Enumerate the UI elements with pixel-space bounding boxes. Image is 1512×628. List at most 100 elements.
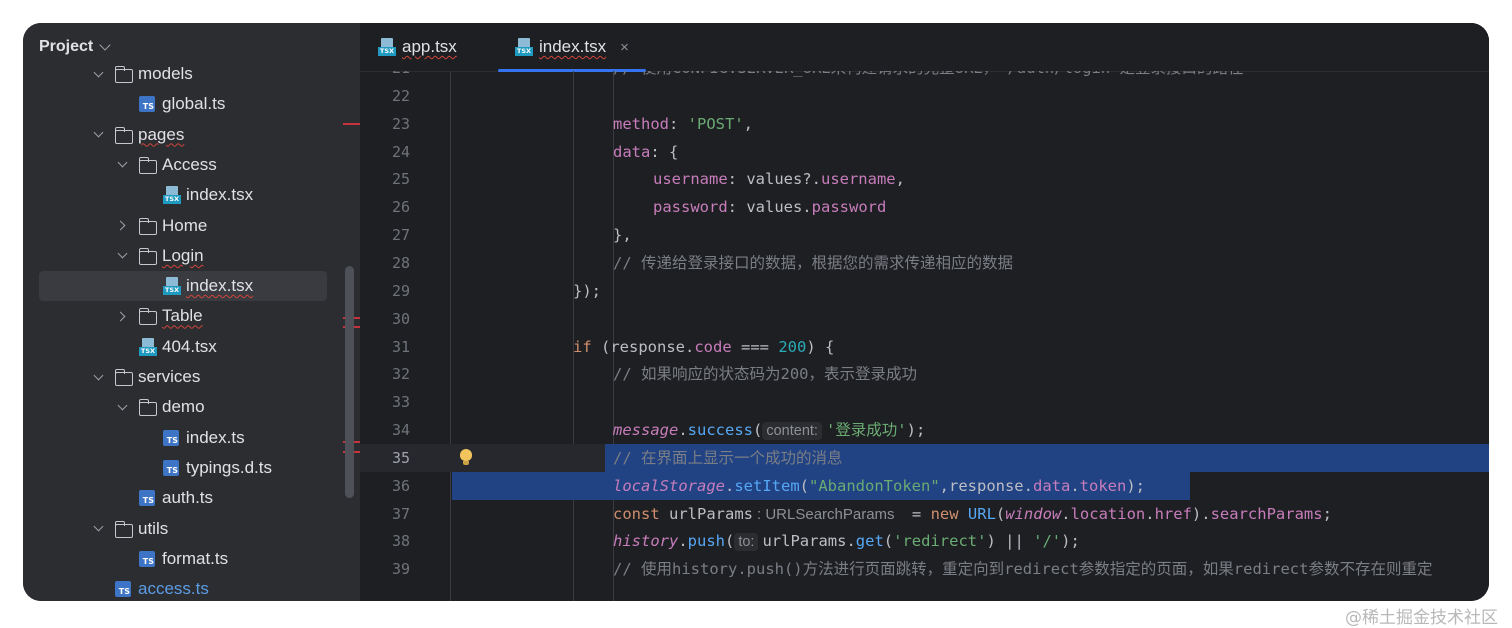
line-number: 29 [391, 281, 410, 300]
folder-icon [138, 217, 157, 235]
tree-folder[interactable]: Login [23, 241, 360, 271]
code-token: setItem [734, 476, 800, 495]
code-token: username [653, 170, 728, 189]
code-line[interactable]: 29}); [360, 277, 1489, 305]
tree-folder[interactable]: models [23, 59, 360, 89]
tsx-file-icon: TSX [163, 277, 181, 296]
code-line[interactable]: 27}, [360, 221, 1489, 249]
code-token: '登录成功' [825, 421, 907, 440]
code-line[interactable]: 33 [360, 388, 1489, 416]
watermark: @稀土掘金技术社区 [1345, 608, 1498, 628]
code-token: history [613, 532, 679, 551]
code-line[interactable]: 32 // 如果响应的状态码为200，表示登录成功 [360, 360, 1489, 388]
tree-file[interactable]: TS index.ts [23, 423, 360, 453]
code-line[interactable]: 22 [360, 82, 1489, 110]
chevron-down-icon[interactable] [93, 524, 103, 534]
code-line[interactable]: 31 if (response.code === 200) { [360, 333, 1489, 361]
code-line[interactable]: 26 password: values.password [360, 193, 1489, 221]
chevron-down-icon[interactable] [117, 251, 127, 261]
code-text: // 传递给登录接口的数据，根据您的需求传递相应的数据 [613, 249, 1013, 277]
code-token: username [820, 170, 896, 189]
code-token: method [613, 114, 669, 133]
line-number: 27 [391, 226, 410, 245]
code-token: new [930, 504, 959, 523]
tree-folder[interactable]: pages [23, 120, 360, 150]
code-line[interactable]: 36 localStorage.setItem("AbandonToken",re… [360, 471, 1489, 500]
lightbulb-icon[interactable] [460, 448, 472, 465]
code-area[interactable]: 21 // 使用CONFIG.SERVER_URL来构建请求的完整URL，'/au… [360, 71, 1489, 601]
line-number: 31 [391, 337, 410, 356]
line-number: 35 [391, 448, 410, 467]
tree-item-label: index.ts [186, 427, 245, 447]
folder-icon [114, 369, 133, 386]
tsx-file-icon: TSX [515, 38, 533, 56]
tree-file[interactable]: TS format.ts [23, 544, 360, 574]
ts-file-icon: TS [139, 550, 155, 567]
tree-file[interactable]: TS typings.d.ts [23, 453, 360, 483]
code-token: password [653, 198, 728, 217]
code-token: push [687, 532, 725, 551]
code-line[interactable]: 21 // 使用CONFIG.SERVER_URL来构建请求的完整URL，'/au… [360, 71, 1489, 82]
code-token: : { [650, 142, 679, 161]
tree-folder[interactable]: services [23, 362, 360, 392]
error-marker [343, 123, 360, 125]
tree-file[interactable]: TS access.ts [23, 574, 360, 601]
code-token: ); [906, 421, 926, 440]
tree-folder[interactable]: Table [23, 301, 360, 331]
tree-file[interactable]: TS global.ts [23, 89, 360, 119]
chevron-down-icon[interactable] [93, 372, 103, 382]
chevron-right-icon[interactable] [117, 311, 127, 321]
tab-index-tsx[interactable]: TSX index.tsx × [515, 23, 629, 71]
chevron-down-icon[interactable] [117, 160, 127, 170]
tsx-file-icon: TSX [139, 337, 157, 356]
tree-file[interactable]: TSX 404.tsx [23, 332, 360, 362]
folder-icon [114, 66, 133, 83]
code-token: . [1070, 476, 1080, 495]
code-text: }); [573, 277, 601, 305]
code-token: // 在界面上显示一个成功的消息 [613, 448, 843, 467]
tree-folder[interactable]: Home [23, 211, 360, 241]
code-token: . [724, 476, 735, 495]
tree-item-label: access.ts [138, 579, 209, 599]
code-line[interactable]: 34 message.success(content: '登录成功'); [360, 416, 1489, 444]
code-token: === [731, 337, 779, 356]
chevron-down-icon[interactable] [93, 130, 103, 140]
tree-file[interactable]: TSX index.tsx [23, 271, 360, 302]
code-token: . [678, 532, 688, 551]
code-line[interactable]: 23 method: 'POST', [360, 110, 1489, 138]
close-icon[interactable]: × [620, 39, 629, 56]
code-token: ). [1191, 504, 1211, 523]
code-line[interactable]: 25 username: values?.username, [360, 165, 1489, 193]
code-line[interactable]: 28 // 传递给登录接口的数据，根据您的需求传递相应的数据 [360, 249, 1489, 277]
code-line[interactable]: 35 // 在界面上显示一个成功的消息 [360, 443, 1489, 472]
tab-app-tsx[interactable]: TSX app.tsx [378, 23, 457, 71]
chevron-down-icon[interactable] [93, 69, 103, 79]
chevron-down-icon[interactable] [117, 402, 127, 412]
chevron-down-icon[interactable] [99, 39, 111, 51]
code-token: if [573, 337, 592, 356]
code-token: . [678, 421, 688, 440]
tree-file[interactable]: TS auth.ts [23, 483, 360, 513]
line-number: 28 [391, 253, 410, 272]
parameter-hint: to: [734, 533, 759, 552]
tree-file[interactable]: TSX index.tsx [23, 180, 360, 210]
tree-folder[interactable]: demo [23, 392, 360, 422]
line-number: 24 [391, 142, 410, 161]
folder-icon [138, 308, 157, 326]
code-line[interactable]: 39 // 使用history.push()方法进行页面跳转，重定向到redire… [360, 555, 1489, 583]
chevron-right-icon[interactable] [117, 221, 127, 231]
folder-icon [114, 126, 133, 144]
tree-folder[interactable]: Access [23, 150, 360, 180]
code-line[interactable]: 24 data: { [360, 138, 1489, 166]
code-token: 'redirect' [893, 532, 987, 551]
code-token: success [687, 421, 753, 440]
code-line[interactable]: 38 history.push(to: urlParams.get('redirec… [360, 527, 1489, 555]
tree-folder[interactable]: utils [23, 514, 360, 544]
code-token: ) || [986, 532, 1034, 551]
code-line[interactable]: 37 const urlParams: URLSearchParams = new… [360, 500, 1489, 528]
code-text: }, [613, 221, 632, 249]
code-line[interactable]: 30 [360, 305, 1489, 333]
project-title[interactable]: Project [39, 38, 93, 56]
tree-item-label: models [138, 64, 193, 83]
sidebar-scrollbar[interactable] [345, 266, 354, 498]
